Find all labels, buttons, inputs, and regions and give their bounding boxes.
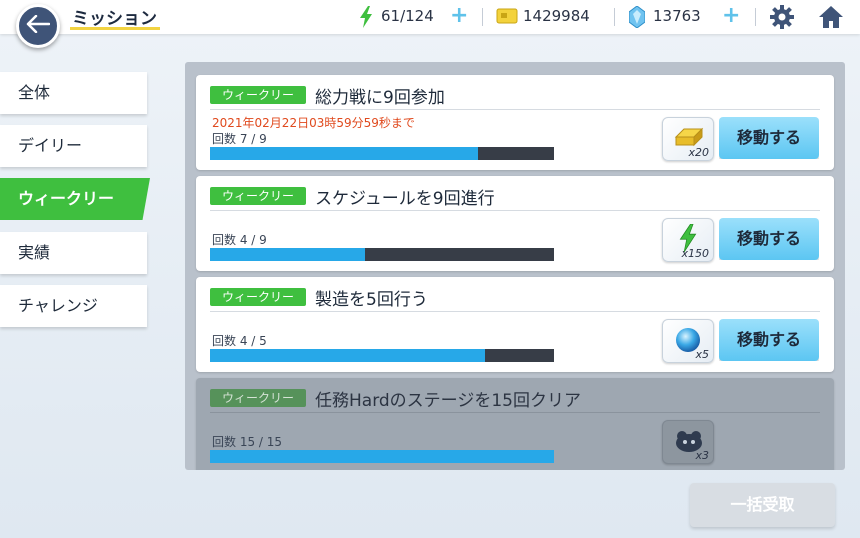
progress-fill [210,248,365,261]
mission-card-completed: ウィークリー 任務Hardのステージを15回クリア 回数 15 / 15 x3 [196,378,834,470]
mission-title: 総力戦に9回参加 [315,88,445,108]
tab-weekly[interactable]: ウィークリー [0,178,150,220]
back-button[interactable] [16,4,60,48]
weekly-badge: ウィークリー [210,389,306,407]
reward-quantity: x20 [688,146,709,159]
weekly-badge: ウィークリー [210,187,306,205]
progress-bar [210,450,554,463]
divider [210,412,820,413]
divider [210,311,820,312]
tab-achievements[interactable]: 実績 [0,232,147,274]
stamina-value: 61/124 [381,7,434,25]
stamina-bolt-icon [358,6,374,32]
mission-count: 回数 4 / 9 [212,233,267,247]
mission-count: 回数 7 / 9 [212,132,267,146]
add-gem-button[interactable]: + [722,3,740,28]
claim-all-button[interactable]: 一括受取 [690,483,835,527]
reward-quantity: x5 [695,348,709,361]
progress-bar [210,349,554,362]
divider [614,8,615,26]
mission-count: 回数 15 / 15 [212,435,283,449]
home-icon[interactable] [818,4,844,34]
reward-quantity: x150 [681,247,709,260]
reward-item[interactable]: x5 [662,319,714,363]
reward-item[interactable]: x20 [662,117,714,161]
progress-bar [210,147,554,160]
mission-card: ウィークリー 総力戦に9回参加 2021年02月22日03時59分59秒まで 回… [196,75,834,170]
mission-count: 回数 4 / 5 [212,334,267,348]
weekly-badge: ウィークリー [210,288,306,306]
add-stamina-button[interactable]: + [450,3,468,28]
progress-bar [210,248,554,261]
reward-item[interactable]: x150 [662,218,714,262]
mission-card: ウィークリー スケジュールを9回進行 回数 4 / 9 x150 移動する [196,176,834,271]
title-underline [70,27,160,30]
gold-value: 1429984 [523,7,590,25]
mission-deadline: 2021年02月22日03時59分59秒まで [212,116,415,130]
progress-fill [210,450,554,463]
go-button[interactable]: 移動する [719,117,819,159]
reward-item[interactable]: x3 [662,420,714,464]
tab-all[interactable]: 全体 [0,72,147,114]
mission-title: 任務Hardのステージを15回クリア [315,391,581,411]
progress-fill [210,349,486,362]
divider [210,109,820,110]
weekly-badge: ウィークリー [210,86,306,104]
tab-daily[interactable]: デイリー [0,125,147,167]
top-bar: ミッション 61/124 + 1429984 13763 + [0,0,860,34]
reward-quantity: x3 [695,449,709,462]
go-button[interactable]: 移動する [719,319,819,361]
tab-challenge[interactable]: チャレンジ [0,285,147,327]
blue-gem-icon [628,5,646,32]
progress-fill [210,147,479,160]
divider [210,210,820,211]
go-button[interactable]: 移動する [719,218,819,260]
divider [482,8,483,26]
divider [755,8,756,26]
mission-title: スケジュールを9回進行 [315,189,495,209]
back-arrow-icon [26,14,51,37]
gem-value: 13763 [653,7,701,25]
mission-list[interactable]: ウィークリー 総力戦に9回参加 2021年02月22日03時59分59秒まで 回… [185,62,845,470]
mission-title: 製造を5回行う [315,290,428,310]
page-title: ミッション [72,9,157,29]
mission-card: ウィークリー 製造を5回行う 回数 4 / 5 x5 移動する [196,277,834,372]
credit-ticket-icon [496,8,518,28]
settings-gear-icon[interactable] [769,4,795,34]
